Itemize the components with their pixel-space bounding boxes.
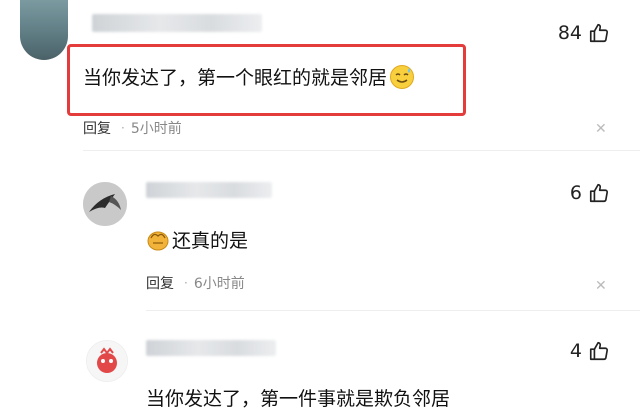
- close-icon[interactable]: ✕: [595, 121, 607, 137]
- thumbs-up-icon: [589, 183, 609, 203]
- comment-text: 当你发达了，第一个眼红的就是邻居: [83, 63, 415, 90]
- smile-sweat-emoji-icon: [390, 64, 415, 89]
- comment-meta: 回复 · 5小时前: [83, 118, 182, 138]
- like-button[interactable]: 4: [570, 340, 610, 362]
- avatar[interactable]: [86, 340, 128, 382]
- close-icon[interactable]: ✕: [595, 278, 607, 294]
- avatar[interactable]: [20, 0, 68, 60]
- timestamp: 6小时前: [193, 276, 245, 292]
- comment-text: 还真的是: [146, 226, 248, 253]
- thumbs-up-icon: [589, 341, 609, 361]
- like-count: 4: [569, 340, 582, 362]
- comment-meta: 回复 · 6小时前: [146, 273, 245, 293]
- divider: [83, 150, 640, 151]
- like-button[interactable]: 84: [558, 22, 610, 44]
- like-button[interactable]: 6: [570, 182, 610, 204]
- reply-button[interactable]: 回复: [83, 118, 111, 138]
- like-count: 6: [569, 182, 582, 204]
- username[interactable]: [146, 182, 272, 198]
- avatar-image-icon: [87, 341, 127, 381]
- timestamp: 5小时前: [130, 121, 182, 137]
- username[interactable]: [146, 340, 276, 356]
- avatar[interactable]: [83, 182, 127, 226]
- hands-emoji-icon: [147, 231, 169, 250]
- divider: [146, 310, 640, 311]
- separator: ·: [184, 276, 188, 290]
- reply-button[interactable]: 回复: [146, 273, 174, 293]
- avatar-image-icon: [83, 182, 127, 226]
- comment-text: 当你发达了，第一件事就是欺负邻居: [146, 388, 451, 410]
- like-count: 84: [557, 22, 582, 44]
- thumbs-up-icon: [589, 23, 609, 43]
- separator: ·: [121, 121, 125, 135]
- username[interactable]: [92, 14, 262, 32]
